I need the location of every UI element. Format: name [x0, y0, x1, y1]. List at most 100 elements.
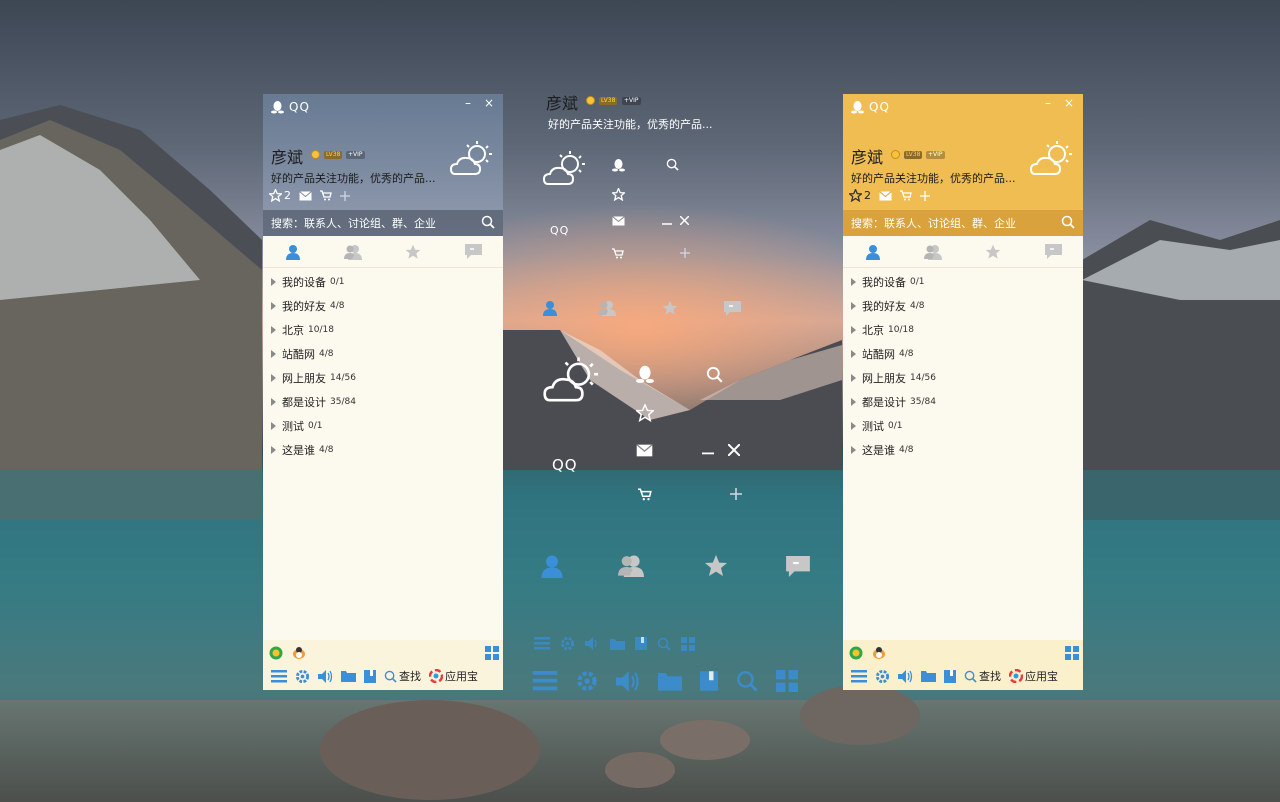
settings-gear-icon [560, 636, 575, 651]
app-grid-icon [681, 636, 695, 651]
app-grid-icon-large [776, 670, 798, 692]
vip-badge[interactable]: +VIP [926, 151, 945, 159]
group-item[interactable]: 我的好友 4/8 [263, 294, 503, 318]
appstore-label: 应用宝 [445, 670, 478, 683]
settings-gear-icon[interactable] [295, 669, 310, 684]
group-item[interactable]: 北京 10/18 [263, 318, 503, 342]
star-icon [985, 244, 1001, 259]
bottom-bar: 查找 应用宝 [843, 640, 1083, 690]
find-button[interactable]: 查找 [384, 668, 421, 684]
folder-icon [610, 638, 625, 650]
group-item[interactable]: 都是设计 35/84 [263, 390, 503, 414]
cart-icon[interactable] [900, 190, 912, 201]
app-grid-icon[interactable] [1065, 646, 1079, 660]
user-name[interactable]: 彦斌 [271, 144, 303, 168]
tab-messages[interactable] [443, 236, 503, 267]
group-icon-large [618, 555, 644, 577]
folder-icon[interactable] [921, 670, 936, 682]
coin-icon [891, 150, 900, 159]
notebook-icon[interactable] [944, 669, 956, 683]
qq-game-icon[interactable] [291, 646, 307, 660]
mail-icon[interactable] [879, 190, 892, 201]
add-icon[interactable] [920, 190, 930, 201]
expand-arrow-icon [271, 374, 276, 382]
folder-icon[interactable] [341, 670, 356, 682]
tab-groups[interactable] [323, 236, 383, 267]
group-label: 这是谁 [862, 444, 895, 457]
group-item[interactable]: 测试 0/1 [843, 414, 1083, 438]
group-count: 0/1 [888, 421, 903, 431]
search-input[interactable]: 搜索：联系人、讨论组、群、企业 [851, 215, 1016, 231]
qq-logo-text-large: QQ [552, 456, 578, 474]
search-bar[interactable]: 搜索：联系人、讨论组、群、企业 [263, 210, 503, 236]
find-label: 查找 [979, 670, 1001, 683]
tab-contacts[interactable] [263, 236, 323, 267]
group-item[interactable]: 都是设计 35/84 [843, 390, 1083, 414]
search-input[interactable]: 搜索：联系人、讨论组、群、企业 [271, 215, 436, 231]
group-item[interactable]: 我的设备 0/1 [843, 270, 1083, 294]
chat-icon [1044, 244, 1062, 259]
main-menu-icon[interactable] [271, 669, 287, 683]
volume-icon[interactable] [318, 669, 333, 683]
star-icon[interactable] [269, 189, 282, 202]
settings-gear-icon[interactable] [875, 669, 890, 684]
notebook-icon[interactable] [364, 669, 376, 683]
signature[interactable]: 好的产品关注功能，优秀的产品... [271, 170, 436, 186]
appstore-button[interactable]: 应用宝 [1009, 668, 1058, 684]
group-item[interactable]: 我的设备 0/1 [263, 270, 503, 294]
group-item[interactable]: 我的好友 4/8 [843, 294, 1083, 318]
expand-arrow-icon [271, 446, 276, 454]
group-item[interactable]: 网上朋友 14/56 [263, 366, 503, 390]
tab-groups[interactable] [903, 236, 963, 267]
minimize-button[interactable]: – [1045, 96, 1051, 110]
qq-wallet-icon[interactable] [269, 646, 283, 660]
weather-icon[interactable] [449, 140, 495, 180]
cart-icon[interactable] [320, 190, 332, 201]
group-list: 我的设备 0/1 我的好友 4/8 北京 10/18 站酷网 4/8 网上朋友 14/56… [843, 268, 1083, 462]
group-item[interactable]: 站酷网 4/8 [263, 342, 503, 366]
main-menu-icon[interactable] [851, 669, 867, 683]
add-icon[interactable] [340, 190, 350, 201]
tab-messages[interactable] [1023, 236, 1083, 267]
star-icon[interactable] [849, 189, 862, 202]
qq-window-yellow: QQ – × 彦斌 LV38 +VIP 好的产品关注功能，优秀的产品... 2 … [843, 94, 1083, 690]
search-icon[interactable] [481, 215, 495, 229]
contact-icon [866, 244, 880, 260]
expand-arrow-icon [851, 422, 856, 430]
group-item[interactable]: 北京 10/18 [843, 318, 1083, 342]
group-item[interactable]: 测试 0/1 [263, 414, 503, 438]
group-icon [924, 244, 942, 260]
search-icon[interactable] [1061, 215, 1075, 229]
mail-icon[interactable] [299, 190, 312, 201]
signature[interactable]: 好的产品关注功能，优秀的产品... [851, 170, 1016, 186]
appstore-button[interactable]: 应用宝 [429, 668, 478, 684]
close-button[interactable]: × [484, 96, 494, 110]
minimize-button[interactable]: – [465, 96, 471, 110]
tab-favorites[interactable] [383, 236, 443, 267]
qq-wallet-icon[interactable] [849, 646, 863, 660]
weather-icon[interactable] [1029, 140, 1075, 180]
user-name[interactable]: 彦斌 [851, 144, 883, 168]
header-panel: QQ – × 彦斌 LV38 +VIP 好的产品关注功能，优秀的产品... 2 … [843, 94, 1083, 236]
find-button[interactable]: 查找 [964, 668, 1001, 684]
expand-arrow-icon [851, 302, 856, 310]
close-button[interactable]: × [1064, 96, 1074, 110]
search-bar[interactable]: 搜索：联系人、讨论组、群、企业 [843, 210, 1083, 236]
vip-badge[interactable]: +VIP [346, 151, 365, 159]
group-label: 北京 [862, 324, 884, 337]
main-tabs [263, 236, 503, 268]
minimize-icon-large [702, 452, 714, 455]
group-item[interactable]: 这是谁 4/8 [843, 438, 1083, 462]
group-item[interactable]: 这是谁 4/8 [263, 438, 503, 462]
expand-arrow-icon [851, 374, 856, 382]
group-item[interactable]: 站酷网 4/8 [843, 342, 1083, 366]
tab-contacts[interactable] [843, 236, 903, 267]
volume-icon[interactable] [898, 669, 913, 683]
app-grid-icon[interactable] [485, 646, 499, 660]
group-item[interactable]: 网上朋友 14/56 [843, 366, 1083, 390]
expand-arrow-icon [851, 446, 856, 454]
coin-icon [586, 96, 595, 105]
group-icon [344, 244, 362, 260]
tab-favorites[interactable] [963, 236, 1023, 267]
qq-game-icon[interactable] [871, 646, 887, 660]
